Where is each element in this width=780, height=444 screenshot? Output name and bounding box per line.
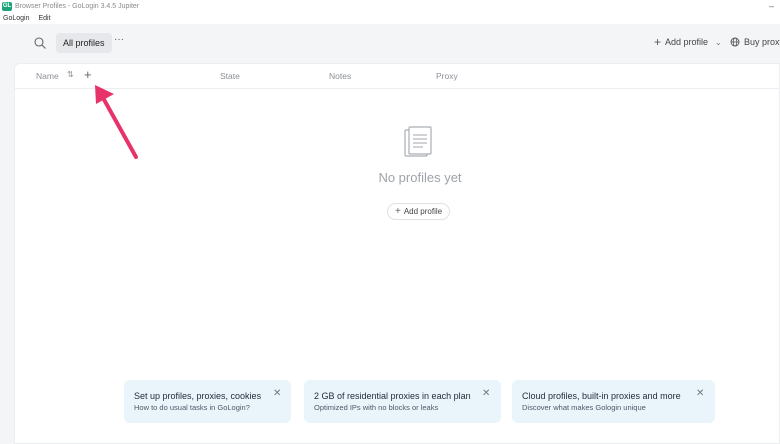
add-profile-button-label: Add profile — [403, 207, 443, 216]
card-subtitle: Optimized IPs with no blocks or leaks — [314, 403, 439, 412]
sort-icon[interactable]: ⇅ — [67, 70, 74, 79]
tip-card-proxies[interactable]: 2 GB of residential proxies in each plan… — [304, 380, 501, 423]
column-state[interactable]: State — [220, 71, 240, 81]
add-profile-label: Add profile — [665, 37, 709, 47]
globe-icon — [730, 37, 740, 47]
card-title: 2 GB of residential proxies in each plan — [314, 391, 471, 401]
menu-gologin[interactable]: GoLogin — [3, 15, 29, 22]
tip-card-setup[interactable]: Set up profiles, proxies, cookies How to… — [124, 380, 291, 423]
empty-state-message: No profiles yet — [378, 170, 462, 185]
search-icon[interactable] — [33, 36, 47, 50]
column-notes[interactable]: Notes — [329, 71, 351, 81]
document-icon — [404, 126, 432, 157]
minimize-button[interactable]: – — [769, 1, 774, 11]
close-icon[interactable]: ✕ — [482, 388, 490, 399]
card-title: Set up profiles, proxies, cookies — [134, 391, 262, 401]
card-subtitle: How to do usual tasks in GoLogin? — [134, 403, 250, 412]
add-profile-button[interactable]: + Add profile — [387, 203, 451, 220]
close-icon[interactable]: ✕ — [696, 388, 704, 399]
buy-proxy-button[interactable]: Buy proxy — [730, 37, 780, 47]
window-titlebar: GL Browser Profiles - GoLogin 3.4.5 Jupi… — [0, 0, 780, 13]
close-icon[interactable]: ✕ — [273, 388, 281, 399]
tab-all-profiles[interactable]: All profiles — [56, 33, 112, 53]
annotation-arrow-icon — [95, 85, 138, 159]
column-proxy[interactable]: Proxy — [436, 71, 458, 81]
column-name[interactable]: Name — [36, 71, 59, 81]
card-subtitle: Discover what makes Gologin unique — [522, 403, 646, 412]
menu-bar: GoLogin Edit — [0, 13, 780, 24]
toolbar: All profiles ··· + Add profile ⌄ Buy pro… — [0, 24, 780, 64]
menu-edit[interactable]: Edit — [38, 15, 50, 22]
card-title: Cloud profiles, built-in proxies and mor… — [522, 391, 681, 401]
tip-card-cloud[interactable]: Cloud profiles, built-in proxies and mor… — [512, 380, 715, 423]
chevron-down-icon: ⌄ — [715, 37, 722, 47]
app-logo-icon: GL — [2, 2, 12, 11]
window-title: Browser Profiles - GoLogin 3.4.5 Jupiter — [15, 3, 140, 10]
plus-icon: + — [395, 206, 401, 217]
add-profile-dropdown-button[interactable]: + Add profile ⌄ — [654, 35, 722, 49]
more-icon[interactable]: ··· — [114, 34, 124, 45]
add-column-plus-icon[interactable]: + — [84, 67, 92, 82]
plus-icon: + — [654, 35, 662, 49]
buy-proxy-label: Buy proxy — [744, 37, 780, 47]
